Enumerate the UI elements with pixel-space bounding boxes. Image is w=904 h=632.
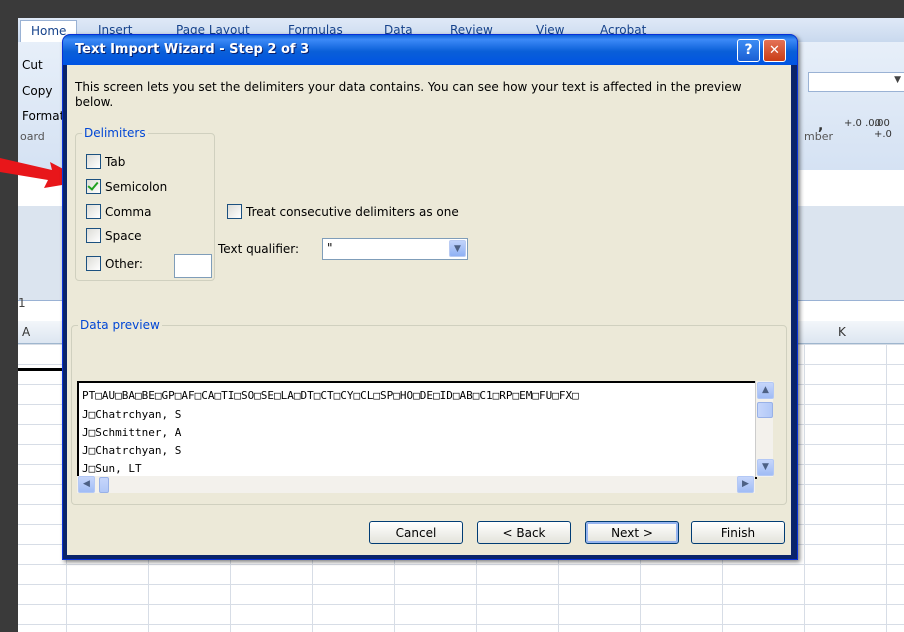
decrease-decimal-button[interactable]: .00 +.0 — [874, 118, 904, 140]
checkbox-box[interactable] — [86, 204, 101, 219]
space-label: Space — [105, 228, 142, 243]
checkbox-box[interactable] — [227, 204, 242, 219]
checkbox-box[interactable] — [86, 228, 101, 243]
other-checkbox[interactable]: Other: — [86, 256, 143, 271]
text-qualifier-label: Text qualifier: — [218, 242, 300, 256]
next-button[interactable]: Next > — [585, 521, 679, 544]
number-format-dropdown[interactable]: ▼ — [808, 72, 904, 92]
preview-horizontal-scrollbar[interactable]: ◀ ▶ — [77, 476, 755, 493]
format-painter-button[interactable]: Format — [22, 109, 64, 123]
back-button[interactable]: < Back — [477, 521, 571, 544]
chevron-down-icon: ▼ — [894, 75, 901, 85]
help-icon: ? — [744, 42, 753, 58]
dialog-title: Text Import Wizard - Step 2 of 3 — [75, 42, 310, 57]
close-button[interactable]: ✕ — [763, 39, 786, 62]
scroll-up-icon[interactable]: ▲ — [757, 382, 774, 399]
preview-line: J□Schmittner, A — [82, 426, 182, 439]
intro-text: This screen lets you set the delimiters … — [75, 80, 742, 109]
consecutive-delimiters-checkbox[interactable]: Treat consecutive delimiters as one — [227, 204, 459, 219]
tab-checkbox[interactable]: Tab — [86, 154, 125, 169]
preview-line: J□Chatrchyan, S — [82, 408, 182, 421]
dialog-body: This screen lets you set the delimiters … — [67, 65, 791, 555]
text-qualifier-value: " — [327, 241, 333, 255]
chevron-down-icon[interactable]: ▼ — [449, 240, 466, 257]
data-preview-label: Data preview — [78, 318, 162, 332]
data-preview-box[interactable]: PT□AU□BA□BE□GP□AF□CA□TI□SO□SE□LA□DT□CT□C… — [77, 381, 757, 479]
copy-button[interactable]: Copy — [22, 84, 52, 98]
vertical-scroll-thumb[interactable] — [757, 402, 773, 418]
clipboard-group-label: oard — [20, 130, 45, 143]
preview-line: J□Sun, LT — [82, 462, 142, 475]
column-header-a[interactable]: A — [22, 325, 30, 339]
checkbox-box[interactable] — [86, 154, 101, 169]
preview-line: PT□AU□BA□BE□GP□AF□CA□TI□SO□SE□LA□DT□CT□C… — [82, 389, 579, 402]
close-icon: ✕ — [769, 43, 780, 58]
column-header-k[interactable]: K — [838, 325, 846, 339]
cancel-button[interactable]: Cancel — [369, 521, 463, 544]
number-group-label: mber — [804, 130, 833, 143]
cut-button[interactable]: Cut — [22, 58, 43, 72]
other-label: Other: — [105, 256, 143, 271]
comma-checkbox[interactable]: Comma — [86, 204, 151, 219]
checkmark-icon[interactable] — [86, 179, 101, 194]
delimiters-group-label: Delimiters — [82, 126, 148, 140]
preview-vertical-scrollbar[interactable]: ▲ ▼ — [755, 381, 774, 477]
dialog-titlebar[interactable]: Text Import Wizard - Step 2 of 3 ? ✕ — [63, 35, 797, 65]
text-import-wizard-dialog: Text Import Wizard - Step 2 of 3 ? ✕ Thi… — [62, 34, 798, 560]
consecutive-delimiters-label: Treat consecutive delimiters as one — [246, 204, 459, 219]
delimiters-group: Delimiters Tab Semicolon Comma Space Oth… — [75, 126, 215, 281]
checkbox-box[interactable] — [86, 256, 101, 271]
comma-label: Comma — [105, 204, 152, 219]
preview-line: J□Chatrchyan, S — [82, 444, 182, 457]
horizontal-scroll-thumb[interactable] — [99, 477, 109, 493]
other-delimiter-input[interactable] — [174, 254, 212, 278]
scroll-down-icon[interactable]: ▼ — [757, 459, 774, 476]
scroll-left-icon[interactable]: ◀ — [78, 476, 95, 493]
help-button[interactable]: ? — [737, 39, 760, 62]
semicolon-label: Semicolon — [105, 179, 168, 194]
finish-button[interactable]: Finish — [691, 521, 785, 544]
selected-cell-border — [18, 368, 68, 371]
semicolon-checkbox[interactable]: Semicolon — [86, 179, 167, 194]
text-qualifier-select[interactable]: " ▼ — [322, 238, 468, 260]
scroll-right-icon[interactable]: ▶ — [737, 476, 754, 493]
row-header: 1 — [18, 296, 26, 310]
tab-label: Tab — [105, 154, 126, 169]
space-checkbox[interactable]: Space — [86, 228, 142, 243]
